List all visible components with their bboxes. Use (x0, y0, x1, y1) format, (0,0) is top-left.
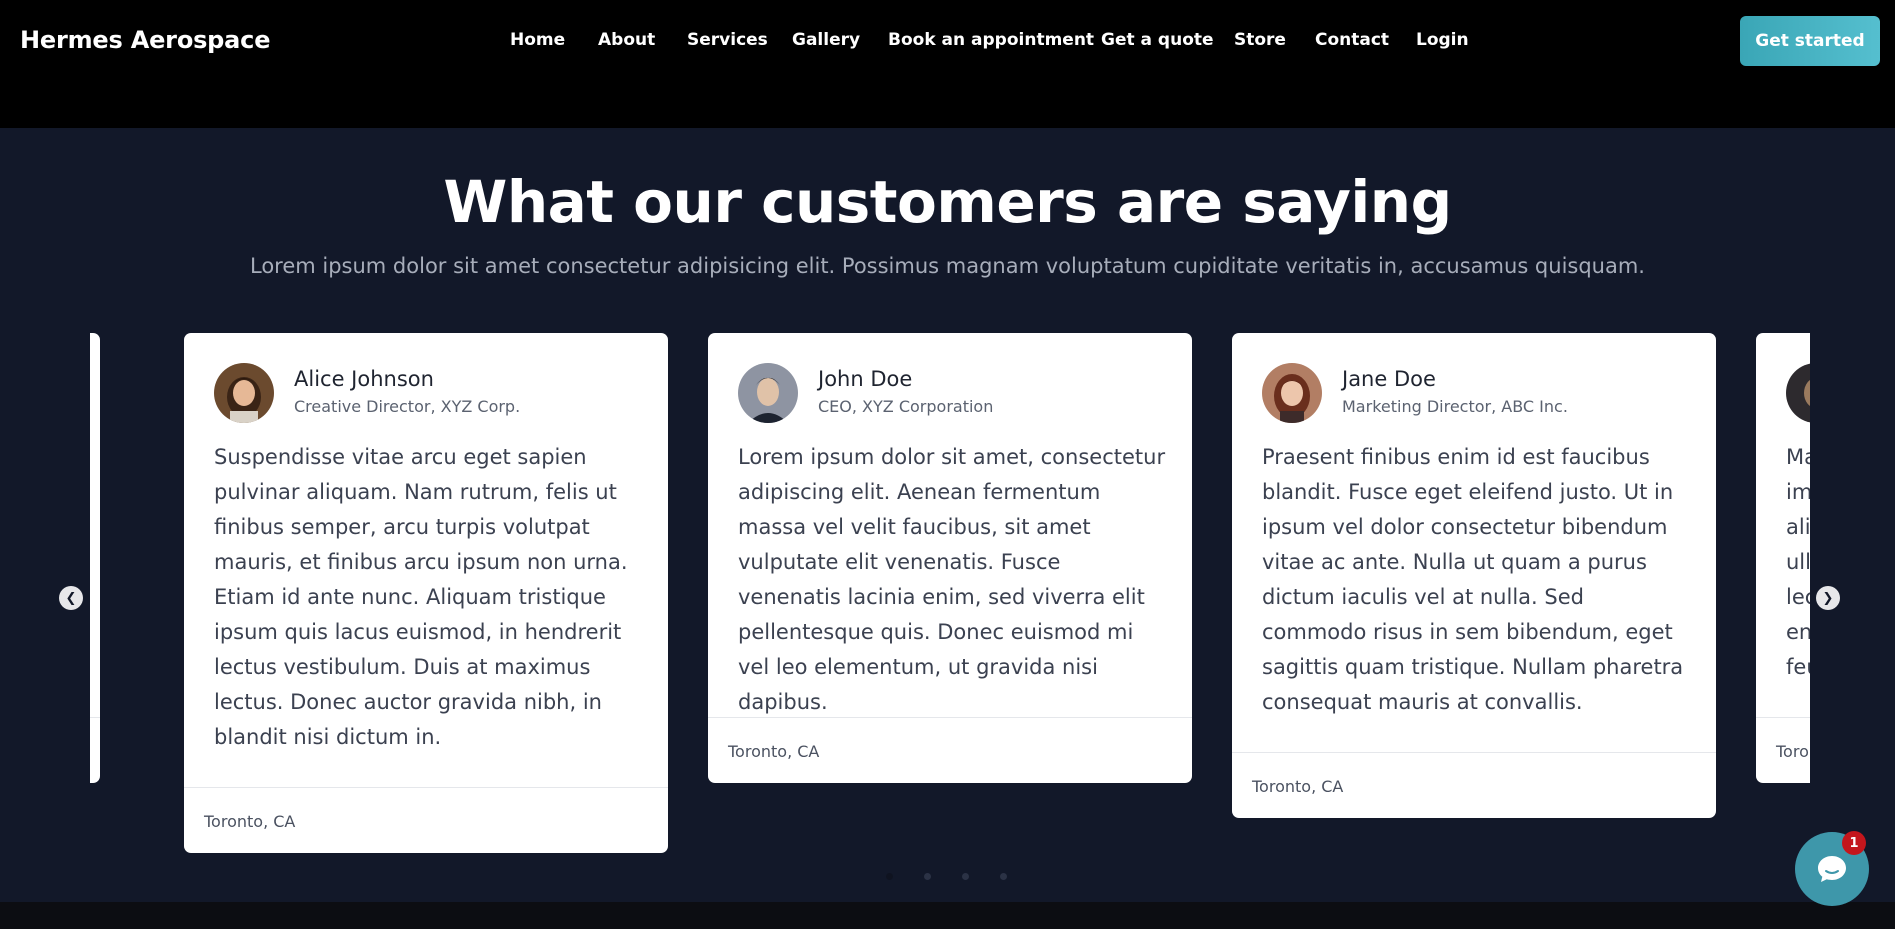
carousel-indicators (886, 873, 1016, 883)
avatar-alice-icon (214, 363, 274, 423)
customer-location: Toronto, CA (204, 812, 296, 831)
card-footer: Toronto, CA (708, 717, 1192, 783)
avatar (214, 363, 274, 423)
testimonial-card: John Doe CEO, XYZ Corporation Lorem ipsu… (708, 333, 1192, 783)
testimonial-card: Alice Johnson Creative Director, XYZ Cor… (184, 333, 668, 853)
card-footer (90, 717, 100, 783)
nav-login[interactable]: Login (1416, 30, 1469, 50)
testimonial-card-partial-right: Ma im ali ull lec en feu Toro (1756, 333, 1810, 783)
card-footer: Toronto, CA (184, 787, 668, 853)
nav-about[interactable]: About (598, 30, 655, 50)
avatar (1262, 363, 1322, 423)
testimonial-card: Jane Doe Marketing Director, ABC Inc. Pr… (1232, 333, 1716, 818)
avatar (1786, 363, 1810, 423)
card-header: John Doe CEO, XYZ Corporation (738, 363, 1168, 425)
avatar (738, 363, 798, 423)
carousel-dot-4[interactable] (1000, 873, 1007, 880)
chevron-right-icon: ❯ (1822, 590, 1834, 606)
nav-get-quote[interactable]: Get a quote (1101, 30, 1214, 50)
quote-fragment: Ma (1786, 445, 1810, 469)
customer-role: Creative Director, XYZ Corp. (294, 397, 521, 416)
customer-role: CEO, XYZ Corporation (818, 397, 994, 416)
card-footer: Toro (1756, 717, 1810, 783)
chat-notification-badge: 1 (1842, 831, 1866, 855)
get-started-button[interactable]: Get started (1740, 16, 1880, 66)
card-header: Jane Doe Marketing Director, ABC Inc. (1262, 363, 1692, 425)
site-header: Hermes Aerospace Home About Services Gal… (0, 0, 1895, 128)
section-title: What our customers are saying (443, 168, 1452, 236)
carousel-dot-3[interactable] (962, 873, 969, 880)
avatar-jane-icon (1262, 363, 1322, 423)
nav-store[interactable]: Store (1234, 30, 1286, 50)
quote-fragment: lec (1786, 585, 1810, 609)
customer-location: Toronto, CA (1252, 777, 1344, 796)
customer-name: John Doe (818, 367, 913, 391)
nav-book-appointment[interactable]: Book an appointment (888, 30, 1094, 50)
testimonial-card-partial-left: n ros (90, 333, 100, 783)
testimonial-quote: Lorem ipsum dolor sit amet, consectetur … (738, 445, 1166, 714)
customer-name: Alice Johnson (294, 367, 434, 391)
customer-location: Toro (1776, 742, 1809, 761)
card-footer: Toronto, CA (1232, 752, 1716, 818)
avatar-john-icon (738, 363, 798, 423)
carousel-next-button[interactable]: ❯ (1816, 586, 1840, 610)
testimonial-quote: Praesent finibus enim id est faucibus bl… (1262, 445, 1684, 714)
nav-gallery[interactable]: Gallery (792, 30, 860, 50)
testimonial-quote-partial: Ma im ali ull lec en feu (1786, 440, 1810, 685)
testimonials-section: What our customers are saying Lorem ipsu… (0, 128, 1895, 902)
customer-location: Toronto, CA (728, 742, 820, 761)
testimonial-quote: Suspendisse vitae arcu eget sapien pulvi… (214, 445, 628, 749)
nav-contact[interactable]: Contact (1315, 30, 1389, 50)
quote-fragment: im (1786, 480, 1810, 504)
footer-strip (0, 902, 1895, 929)
carousel-dot-1[interactable] (886, 873, 893, 880)
chat-bubble-icon (1818, 856, 1846, 882)
customer-name: Jane Doe (1342, 367, 1436, 391)
customer-role: Marketing Director, ABC Inc. (1342, 397, 1568, 416)
section-subtitle: Lorem ipsum dolor sit amet consectetur a… (249, 254, 1645, 278)
quote-fragment: en (1786, 620, 1810, 644)
avatar-partial-icon (1786, 363, 1810, 423)
quote-fragment: ali (1786, 515, 1810, 539)
quote-fragment: feu (1786, 655, 1810, 679)
card-header: Alice Johnson Creative Director, XYZ Cor… (214, 363, 644, 425)
carousel-dot-2[interactable] (924, 873, 931, 880)
chevron-left-icon: ❮ (65, 590, 77, 606)
carousel-prev-button[interactable]: ❮ (59, 586, 83, 610)
main-nav: Home About Services Gallery Book an appo… (0, 28, 1895, 58)
quote-fragment: ull (1786, 550, 1810, 574)
nav-home[interactable]: Home (510, 30, 565, 50)
testimonial-carousel: n ros Alice Johnson Creative Director, X… (90, 333, 1810, 863)
nav-services[interactable]: Services (687, 30, 768, 50)
